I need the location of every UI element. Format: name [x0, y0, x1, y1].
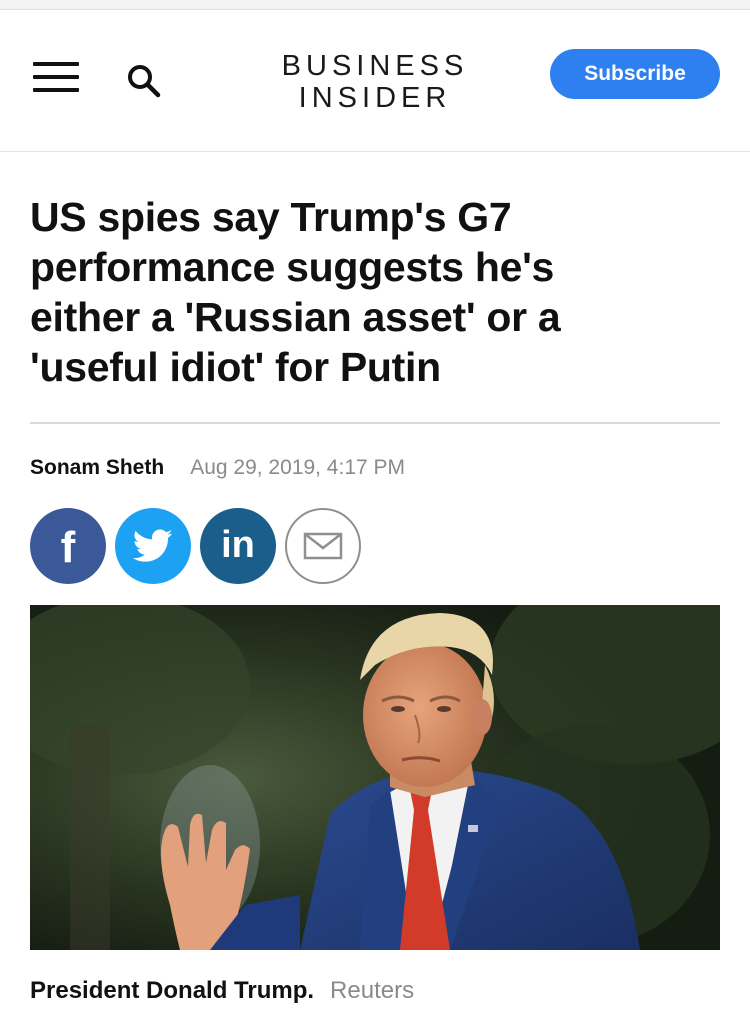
- email-icon: [303, 532, 343, 560]
- headline-divider: [30, 422, 720, 424]
- publish-date: Aug 29, 2019, 4:17 PM: [190, 456, 406, 479]
- facebook-icon: f: [60, 523, 76, 572]
- caption-text: President Donald Trump.: [30, 977, 315, 1004]
- byline: Sonam Sheth Aug 29, 2019, 4:17 PM: [30, 456, 405, 482]
- menu-bar: [33, 62, 79, 66]
- article-photo: [30, 605, 720, 950]
- twitter-share-button[interactable]: [115, 508, 191, 584]
- logo-line-2: INSIDER: [298, 82, 452, 114]
- logo-line-1: BUSINESS: [281, 50, 469, 82]
- menu-bar: [33, 88, 79, 92]
- twitter-icon: [133, 529, 173, 562]
- browser-top-strip: [0, 0, 750, 10]
- search-icon-svg: [128, 65, 161, 98]
- article-headline: US spies say Trump's G7 performance sugg…: [30, 194, 561, 390]
- search-icon[interactable]: [125, 62, 163, 100]
- photo-credit: Reuters: [330, 977, 415, 1004]
- menu-bar: [33, 75, 79, 79]
- linkedin-share-button[interactable]: in: [200, 508, 276, 584]
- hamburger-menu-icon[interactable]: [33, 62, 79, 94]
- business-insider-logo[interactable]: BUSINESS INSIDER: [270, 50, 480, 114]
- linkedin-icon: in: [221, 524, 255, 566]
- subscribe-button[interactable]: Subscribe: [550, 49, 720, 99]
- trump-photo-illustration: [30, 605, 720, 950]
- email-share-button[interactable]: [285, 508, 361, 584]
- author-name[interactable]: Sonam Sheth: [30, 456, 164, 480]
- photo-caption: President Donald Trump. Reuters: [30, 977, 414, 1005]
- site-header: BUSINESS INSIDER Subscribe: [0, 10, 750, 152]
- facebook-share-button[interactable]: f: [30, 508, 106, 584]
